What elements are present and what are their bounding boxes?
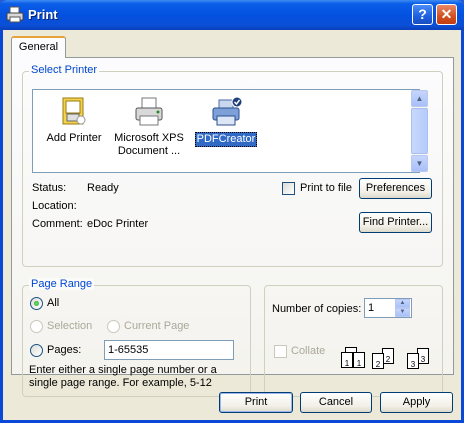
printer-label: Microsoft XPS Document ... <box>113 132 185 158</box>
number-of-copies-label: Number of copies: <box>272 303 362 315</box>
copies-group: Number of copies: 1 ▲ ▼ Collate 1 1 2 2 … <box>264 285 443 397</box>
apply-button[interactable]: Apply <box>380 392 453 413</box>
spin-up-icon[interactable]: ▲ <box>395 299 410 308</box>
comment-row: Comment: eDoc Printer <box>32 218 148 230</box>
default-printer-icon <box>212 96 243 126</box>
preferences-button[interactable]: Preferences <box>359 178 432 199</box>
pages-radio[interactable] <box>30 344 43 357</box>
printer-label-line2: Document ... <box>117 145 181 157</box>
add-printer-icon <box>62 97 86 125</box>
printer-item-add-printer[interactable]: Add Printer <box>35 96 113 145</box>
printer-label: PDFCreator <box>194 132 258 147</box>
selection-radio <box>30 320 43 333</box>
print-dialog: Print ? ✕ General Select Printer Add Pri… <box>0 0 464 423</box>
cancel-button[interactable]: Cancel <box>300 392 372 413</box>
print-to-file-checkbox[interactable] <box>282 182 295 195</box>
printer-label-line1: Microsoft XPS <box>114 132 184 144</box>
select-printer-group: Select Printer Add Printer Microsoft XPS… <box>22 64 443 267</box>
collate-page: 3 <box>407 353 419 369</box>
pages-input[interactable]: 1-65535 <box>104 340 234 360</box>
collate-page: 2 <box>372 353 384 369</box>
printer-item-microsoft-xps[interactable]: Microsoft XPS Document ... <box>110 96 188 158</box>
print-to-file-label[interactable]: Print to file <box>300 182 352 194</box>
collate-page: 1 <box>353 352 365 368</box>
status-value: Ready <box>87 182 119 194</box>
printer-icon <box>6 6 24 23</box>
comment-value: eDoc Printer <box>87 218 149 230</box>
current-page-radio <box>107 320 120 333</box>
dialog-client: General Select Printer Add Printer Micro… <box>3 30 461 420</box>
location-label: Location: <box>32 200 77 212</box>
find-printer-button[interactable]: Find Printer... <box>359 212 432 233</box>
printer-icon <box>135 97 163 126</box>
printer-list[interactable]: Add Printer Microsoft XPS Document ... P… <box>32 89 428 173</box>
page-range-hint: Enter either a single page number or a s… <box>29 364 217 389</box>
page-range-title: Page Range <box>29 278 95 290</box>
comment-label: Comment: <box>32 218 83 230</box>
print-button[interactable]: Print <box>219 392 293 413</box>
current-page-label: Current Page <box>124 320 190 332</box>
tab-panel-general: Select Printer Add Printer Microsoft XPS… <box>11 57 454 397</box>
copies-spinner[interactable]: ▲ ▼ <box>395 299 411 317</box>
collate-checkbox <box>274 345 287 358</box>
page-range-group: Page Range All Selection Current Page Pa… <box>22 278 251 397</box>
title-bar[interactable]: Print ? ✕ <box>0 0 464 30</box>
scroll-up-arrow-icon[interactable]: ▲ <box>411 90 428 107</box>
window-title: Print <box>28 7 58 22</box>
close-button[interactable]: ✕ <box>436 4 457 25</box>
tab-general[interactable]: General <box>11 36 66 58</box>
location-row: Location: <box>32 200 77 212</box>
collate-label: Collate <box>291 345 326 357</box>
all-label[interactable]: All <box>47 297 59 309</box>
scroll-thumb[interactable] <box>411 108 428 154</box>
spin-down-icon[interactable]: ▼ <box>395 308 410 317</box>
scroll-down-arrow-icon[interactable]: ▼ <box>411 155 428 172</box>
all-radio[interactable] <box>30 297 43 310</box>
printer-list-scrollbar[interactable]: ▲ ▼ <box>411 90 428 172</box>
select-printer-title: Select Printer <box>29 64 100 76</box>
selection-label: Selection <box>47 320 93 332</box>
collate-page: 1 <box>341 352 353 368</box>
status-label: Status: <box>32 182 67 194</box>
help-button[interactable]: ? <box>412 4 433 25</box>
pages-label[interactable]: Pages: <box>47 344 81 356</box>
printer-item-pdfcreator[interactable]: PDFCreator <box>187 96 265 147</box>
status-row: Status: Ready <box>32 182 119 194</box>
printer-label: Add Printer <box>46 132 102 144</box>
